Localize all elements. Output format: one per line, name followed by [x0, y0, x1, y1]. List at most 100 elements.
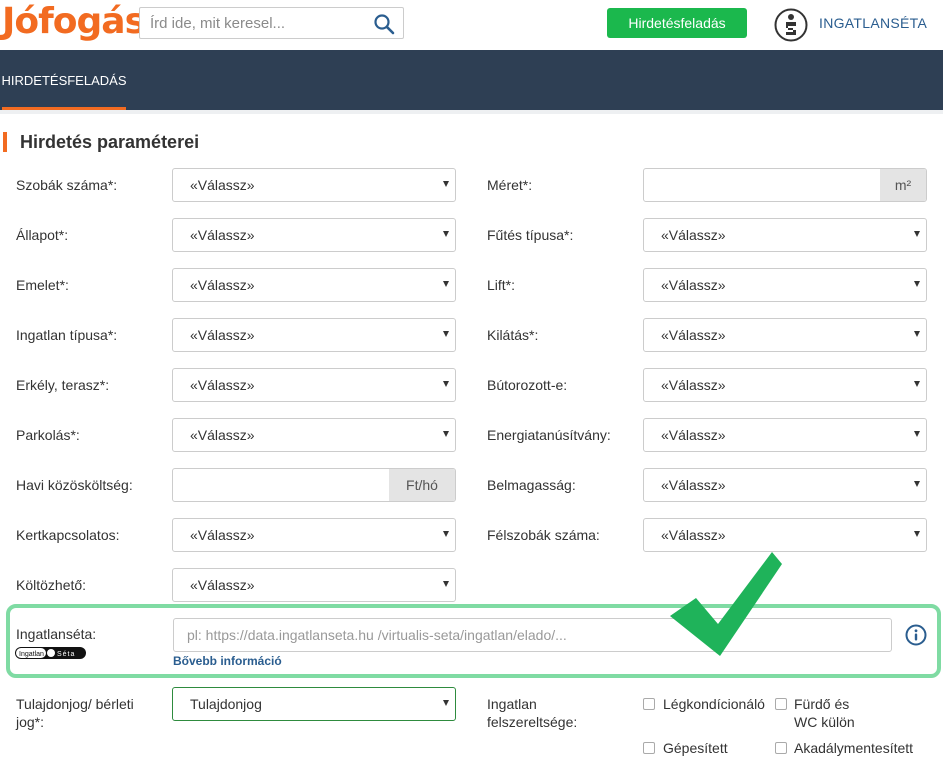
- label-lift: Lift*:: [487, 277, 516, 293]
- select-ingatlan-tipusa[interactable]: «Válassz»: [172, 318, 456, 352]
- chevron-down-icon: [914, 481, 920, 487]
- info-icon[interactable]: [905, 624, 927, 646]
- main-nav: HIRDETÉSFELADÁS: [0, 50, 943, 110]
- select-value: «Válassz»: [190, 177, 255, 193]
- ad-parameters-card: Hirdetés paraméterei Szobák száma*: «Vál…: [0, 114, 943, 762]
- select-emelet[interactable]: «Válassz»: [172, 268, 456, 302]
- label-erkely: Erkély, terasz*:: [16, 377, 110, 393]
- select-value: «Válassz»: [190, 277, 255, 293]
- select-felszobak[interactable]: «Válassz»: [643, 518, 927, 552]
- select-value: Tulajdonjog: [190, 696, 262, 712]
- label-tulajdonjog-line2: jog*:: [16, 714, 45, 730]
- select-value: «Válassz»: [661, 427, 726, 443]
- select-value: «Válassz»: [661, 477, 726, 493]
- select-szobak[interactable]: «Válassz»: [172, 168, 456, 202]
- checkbox-legkondi[interactable]: [643, 698, 655, 710]
- label-kertkapcsolatos: Kertkapcsolatos:: [16, 527, 120, 543]
- svg-text:Ingatlan: Ingatlan: [19, 651, 44, 658]
- chevron-down-icon: [443, 231, 449, 237]
- label-ingatlanseta: Ingatlanséta:: [16, 626, 97, 642]
- ingatlanseta-brand-icon[interactable]: [774, 8, 808, 42]
- label-parkolas: Parkolás*:: [16, 427, 80, 443]
- chevron-down-icon: [914, 231, 920, 237]
- select-value: «Válassz»: [661, 527, 726, 543]
- tab-hirdetesfeladas[interactable]: HIRDETÉSFELADÁS: [2, 50, 127, 110]
- label-ingatlan-tipusa: Ingatlan típusa*:: [16, 327, 118, 343]
- label-szobak: Szobák száma*:: [16, 177, 118, 193]
- search-icon[interactable]: [373, 13, 395, 35]
- label-koltozheto: Költözhető:: [16, 577, 87, 593]
- more-info-link[interactable]: Bővebb információ: [173, 654, 282, 668]
- chevron-down-icon: [443, 381, 449, 387]
- select-value: «Válassz»: [190, 527, 255, 543]
- select-value: «Válassz»: [661, 227, 726, 243]
- select-kertkapcsolatos[interactable]: «Válassz»: [172, 518, 456, 552]
- select-value: «Válassz»: [190, 377, 255, 393]
- label-felszereltseg-line1: Ingatlan: [487, 696, 537, 712]
- chevron-down-icon: [443, 431, 449, 437]
- label-meret: Méret*:: [487, 177, 533, 193]
- chevron-down-icon: [443, 331, 449, 337]
- label-kilatas: Kilátás*:: [487, 327, 539, 343]
- chevron-down-icon: [914, 281, 920, 287]
- label-belmagassag: Belmagasság:: [487, 477, 576, 493]
- chevron-down-icon: [914, 531, 920, 537]
- select-energia[interactable]: «Válassz»: [643, 418, 927, 452]
- unit-addon: m²: [880, 169, 926, 201]
- input-kozoskoltseg[interactable]: Ft/hó: [172, 468, 456, 502]
- chevron-down-icon: [914, 331, 920, 337]
- chevron-down-icon: [443, 700, 449, 706]
- label-kozoskoltseg: Havi közösköltség:: [16, 477, 133, 493]
- ingatlanseta-logo: Ingatlan Séta: [15, 647, 86, 659]
- post-ad-button[interactable]: Hirdetésfeladás: [607, 8, 747, 38]
- select-kilatas[interactable]: «Válassz»: [643, 318, 927, 352]
- select-value: «Válassz»: [661, 377, 726, 393]
- checkbox-akadalymentes[interactable]: [775, 742, 787, 754]
- label-emelet: Emelet*:: [16, 277, 69, 293]
- chevron-down-icon: [914, 431, 920, 437]
- select-butorozott[interactable]: «Válassz»: [643, 368, 927, 402]
- ingatlanseta-url-input[interactable]: pl: https://data.ingatlanseta.hu /virtua…: [173, 618, 892, 652]
- select-value: «Válassz»: [190, 577, 255, 593]
- option-akadalymentes: Akadálymentesített: [794, 740, 914, 756]
- label-tulajdonjog-line1: Tulajdonjog/ bérleti: [16, 696, 134, 712]
- select-value: «Válassz»: [190, 327, 255, 343]
- input-meret[interactable]: m²: [643, 168, 927, 202]
- chevron-down-icon: [443, 181, 449, 187]
- label-allapot: Állapot*:: [16, 227, 69, 243]
- svg-text:Séta: Séta: [57, 651, 75, 658]
- select-value: «Válassz»: [661, 327, 726, 343]
- label-felszereltseg-line2: felszereltsége:: [487, 714, 578, 730]
- search-input[interactable]: [140, 8, 360, 38]
- chevron-down-icon: [443, 281, 449, 287]
- chevron-down-icon: [443, 531, 449, 537]
- chevron-down-icon: [914, 381, 920, 387]
- select-value: «Válassz»: [190, 427, 255, 443]
- checkmark-icon: [670, 552, 782, 656]
- option-furdo-wc-line1: Fürdő és: [794, 696, 850, 712]
- label-futes: Fűtés típusa*:: [487, 227, 574, 243]
- option-gepesitett: Gépesített: [663, 740, 728, 756]
- select-tulajdonjog[interactable]: Tulajdonjog: [172, 687, 456, 721]
- select-allapot[interactable]: «Válassz»: [172, 218, 456, 252]
- select-value: «Válassz»: [661, 277, 726, 293]
- brand-label[interactable]: INGATLANSÉTA: [819, 15, 927, 31]
- select-koltozheto[interactable]: «Válassz»: [172, 568, 456, 602]
- option-furdo-wc-line2: WC külön: [794, 714, 855, 730]
- site-logo[interactable]: Jófogás: [2, 2, 146, 42]
- option-legkondi: Légkondícionáló: [663, 696, 765, 712]
- select-belmagassag[interactable]: «Válassz»: [643, 468, 927, 502]
- select-futes[interactable]: «Válassz»: [643, 218, 927, 252]
- search-box[interactable]: [139, 7, 404, 39]
- unit-addon: Ft/hó: [389, 469, 455, 501]
- label-energia: Energiatanúsítvány:: [487, 427, 611, 443]
- select-lift[interactable]: «Válassz»: [643, 268, 927, 302]
- section-title: Hirdetés paraméterei: [3, 132, 199, 152]
- checkbox-furdo-wc[interactable]: [775, 698, 787, 710]
- checkbox-gepesitett[interactable]: [643, 742, 655, 754]
- select-erkely[interactable]: «Válassz»: [172, 368, 456, 402]
- select-parkolas[interactable]: «Válassz»: [172, 418, 456, 452]
- select-value: «Válassz»: [190, 227, 255, 243]
- top-header: Jófogás Hirdetésfeladás INGATLANSÉTA: [0, 0, 943, 50]
- chevron-down-icon: [443, 581, 449, 587]
